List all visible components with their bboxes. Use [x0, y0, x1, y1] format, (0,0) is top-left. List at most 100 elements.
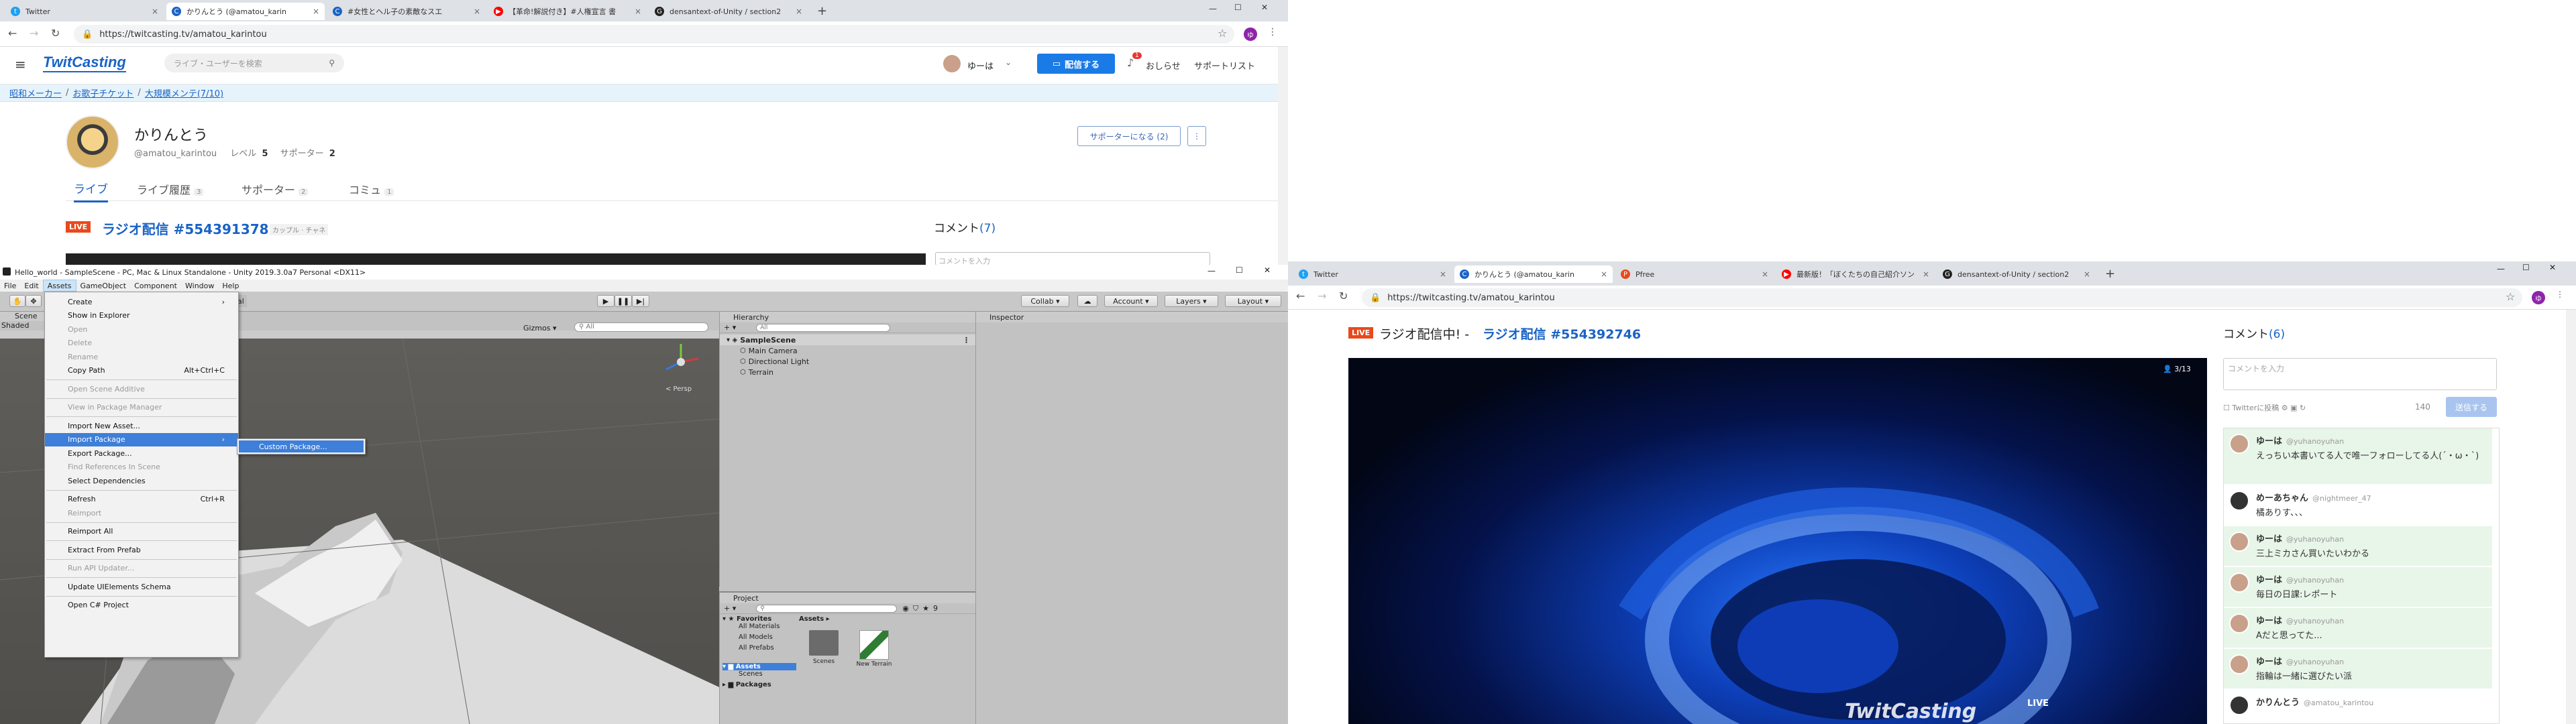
- broadcast-button[interactable]: ▭ 配信する: [1037, 54, 1115, 74]
- site-logo[interactable]: TwitCasting: [43, 54, 126, 72]
- right-tab-0[interactable]: t Twitter ×: [1293, 265, 1452, 283]
- user-avatar[interactable]: [943, 55, 961, 72]
- scenes-folder-item[interactable]: Scenes: [722, 670, 796, 681]
- banner-link-2[interactable]: お歌子チケット: [72, 86, 133, 99]
- right-chrome-menu-icon[interactable]: ⋮: [2556, 290, 2564, 299]
- scene-gizmo[interactable]: [654, 339, 708, 385]
- more-options-button[interactable]: ⋮: [1187, 126, 1206, 146]
- assets-menu-item[interactable]: Reimport All: [45, 525, 238, 539]
- right-tab-2[interactable]: P Pfree ×: [1615, 265, 1774, 283]
- close-tab-icon[interactable]: ×: [635, 7, 641, 16]
- supporter-list-link[interactable]: サポートリスト: [1194, 59, 1255, 72]
- packages-item[interactable]: ▸ ▆ Packages: [722, 681, 796, 688]
- hand-tool-icon[interactable]: ✋: [9, 295, 25, 307]
- commenter-avatar[interactable]: [2229, 654, 2249, 674]
- video-player[interactable]: 👤 3/13 TwitCasting LIVE: [1348, 358, 2207, 724]
- address-bar[interactable]: 🔒 https://twitcasting.tv/amatou_karintou: [74, 25, 1234, 44]
- close-tab-icon[interactable]: ×: [1762, 269, 1768, 279]
- bell-icon[interactable]: ♪: [1127, 56, 1134, 69]
- commenter-avatar[interactable]: [2229, 491, 2249, 511]
- bookmark-star-icon[interactable]: ☆: [1218, 27, 1227, 40]
- star-icon[interactable]: ★: [922, 604, 929, 613]
- commenter-handle[interactable]: @yuhanoyuhan: [2286, 535, 2344, 544]
- assets-menu-item[interactable]: Import New Asset...: [45, 419, 238, 433]
- commenter-avatar[interactable]: [2229, 572, 2249, 593]
- right-back-arrow-icon[interactable]: ←: [1296, 290, 1305, 302]
- close-tab-icon[interactable]: ×: [1601, 269, 1607, 279]
- comment-input[interactable]: コメントを入力: [935, 252, 1210, 265]
- tab-community[interactable]: コミュ 1: [349, 181, 394, 197]
- assets-menu-item[interactable]: Import Package ›: [45, 432, 238, 446]
- layers-dropdown[interactable]: Layers ▾: [1165, 295, 1218, 307]
- live-title[interactable]: ラジオ配信 #554391378: [102, 219, 269, 238]
- become-supporter-button[interactable]: サポーターになる (2): [1077, 126, 1181, 146]
- close-tab-icon[interactable]: ×: [2084, 269, 2090, 279]
- project-tab[interactable]: Project: [720, 593, 975, 603]
- create-dropdown[interactable]: + ▾: [724, 323, 736, 332]
- menu-edit[interactable]: Edit: [20, 280, 42, 292]
- commenter-name[interactable]: ゆーは: [2256, 616, 2282, 626]
- tab-live[interactable]: ライブ: [74, 180, 108, 202]
- commenter-handle[interactable]: @yuhanoyuhan: [2286, 617, 2344, 625]
- right-window-minimize[interactable]: —: [2497, 264, 2505, 274]
- project-create-dropdown[interactable]: + ▾: [724, 604, 736, 613]
- pause-button[interactable]: ❚❚: [614, 295, 632, 307]
- left-tab-2[interactable]: C #女性とヘル子の素敵なスエ ×: [327, 3, 486, 20]
- commenter-name[interactable]: ゆーは: [2256, 436, 2282, 446]
- unity-maximize[interactable]: ☐: [1236, 265, 1243, 275]
- window-close-button[interactable]: ✕: [1261, 3, 1268, 12]
- notifications-link[interactable]: おしらせ: [1146, 59, 1181, 72]
- left-tab-0[interactable]: t Twitter ×: [5, 3, 164, 20]
- new-tab-button[interactable]: +: [817, 4, 827, 18]
- favorites-item[interactable]: ▾ ★ Favorites: [722, 615, 796, 623]
- close-tab-icon[interactable]: ×: [796, 7, 802, 16]
- scene-options-icon[interactable]: ⋮: [963, 336, 970, 345]
- hierarchy-scene[interactable]: ▾ ◈ SampleScene ⋮: [720, 335, 975, 345]
- cloud-icon[interactable]: ☁: [1077, 295, 1097, 307]
- commenter-avatar[interactable]: [2229, 613, 2249, 634]
- right-scrollbar[interactable]: [2566, 310, 2576, 724]
- hierarchy-item[interactable]: ⬡ Directional Light: [720, 356, 975, 367]
- right-new-tab-button[interactable]: +: [2105, 267, 2115, 281]
- assets-menu-item[interactable]: Select Dependencies: [45, 474, 238, 488]
- right-tab-3[interactable]: ▶ 最新版！「ぼくたちの自己紹介ソン ×: [1776, 265, 1935, 283]
- close-tab-icon[interactable]: ×: [1440, 269, 1446, 279]
- account-dropdown[interactable]: Account ▾: [1104, 295, 1158, 307]
- left-tab-4[interactable]: Gdensantext-of-Unity / section2 ×: [649, 3, 808, 20]
- layout-dropdown[interactable]: Layout ▾: [1225, 295, 1281, 307]
- reload-icon[interactable]: ↻: [51, 27, 60, 40]
- filter-icon[interactable]: ⛉: [913, 604, 918, 613]
- hierarchy-tab[interactable]: Hierarchy: [720, 312, 975, 322]
- inspector-tab[interactable]: Inspector: [976, 312, 1288, 322]
- left-tab-1[interactable]: C かりんとう (@amatou_karin ×: [166, 3, 325, 20]
- back-arrow-icon[interactable]: ←: [8, 27, 17, 40]
- right-window-close[interactable]: ✕: [2549, 263, 2556, 272]
- commenter-handle[interactable]: @amatou_karintou: [2304, 699, 2373, 707]
- window-minimize-button[interactable]: —: [1209, 4, 1217, 13]
- commenter-name[interactable]: ゆーは: [2256, 657, 2282, 667]
- close-tab-icon[interactable]: ×: [474, 7, 480, 16]
- commenter-avatar[interactable]: [2229, 532, 2249, 552]
- profile-avatar-large[interactable]: [66, 115, 119, 169]
- commenter-handle[interactable]: @yuhanoyuhan: [2286, 576, 2344, 585]
- hierarchy-item[interactable]: ⬡ Terrain: [720, 367, 975, 377]
- submit-comment-button[interactable]: 送信する: [2446, 397, 2497, 417]
- assets-menu-item[interactable]: Update UIElements Schema: [45, 580, 238, 594]
- chrome-menu-icon[interactable]: ⋮: [1268, 27, 1277, 38]
- hamburger-menu-icon[interactable]: ≡: [15, 56, 26, 72]
- gizmos-dropdown[interactable]: Gizmos ▾: [523, 324, 557, 333]
- assets-breadcrumb[interactable]: Assets ▸: [799, 615, 830, 623]
- right-reload-icon[interactable]: ↻: [1339, 290, 1348, 302]
- image-icon[interactable]: ▣: [2290, 404, 2297, 412]
- right-comment-input[interactable]: コメントを入力: [2223, 358, 2497, 390]
- window-maximize-button[interactable]: ☐: [1234, 3, 1242, 12]
- right-tab-4[interactable]: Gdensantext-of-Unity / section2 ×: [1937, 265, 2096, 283]
- right-window-maximize[interactable]: ☐: [2522, 263, 2530, 272]
- unity-close[interactable]: ✕: [1264, 265, 1271, 275]
- right-profile-avatar[interactable]: ゆ: [2532, 291, 2545, 304]
- right-live-title[interactable]: ラジオ配信 #554392746: [1483, 324, 1641, 343]
- commenter-name[interactable]: めーあちゃん: [2256, 493, 2308, 503]
- commenter-avatar[interactable]: [2229, 434, 2249, 454]
- forward-arrow-icon[interactable]: →: [30, 27, 38, 40]
- menu-file[interactable]: File: [0, 280, 20, 292]
